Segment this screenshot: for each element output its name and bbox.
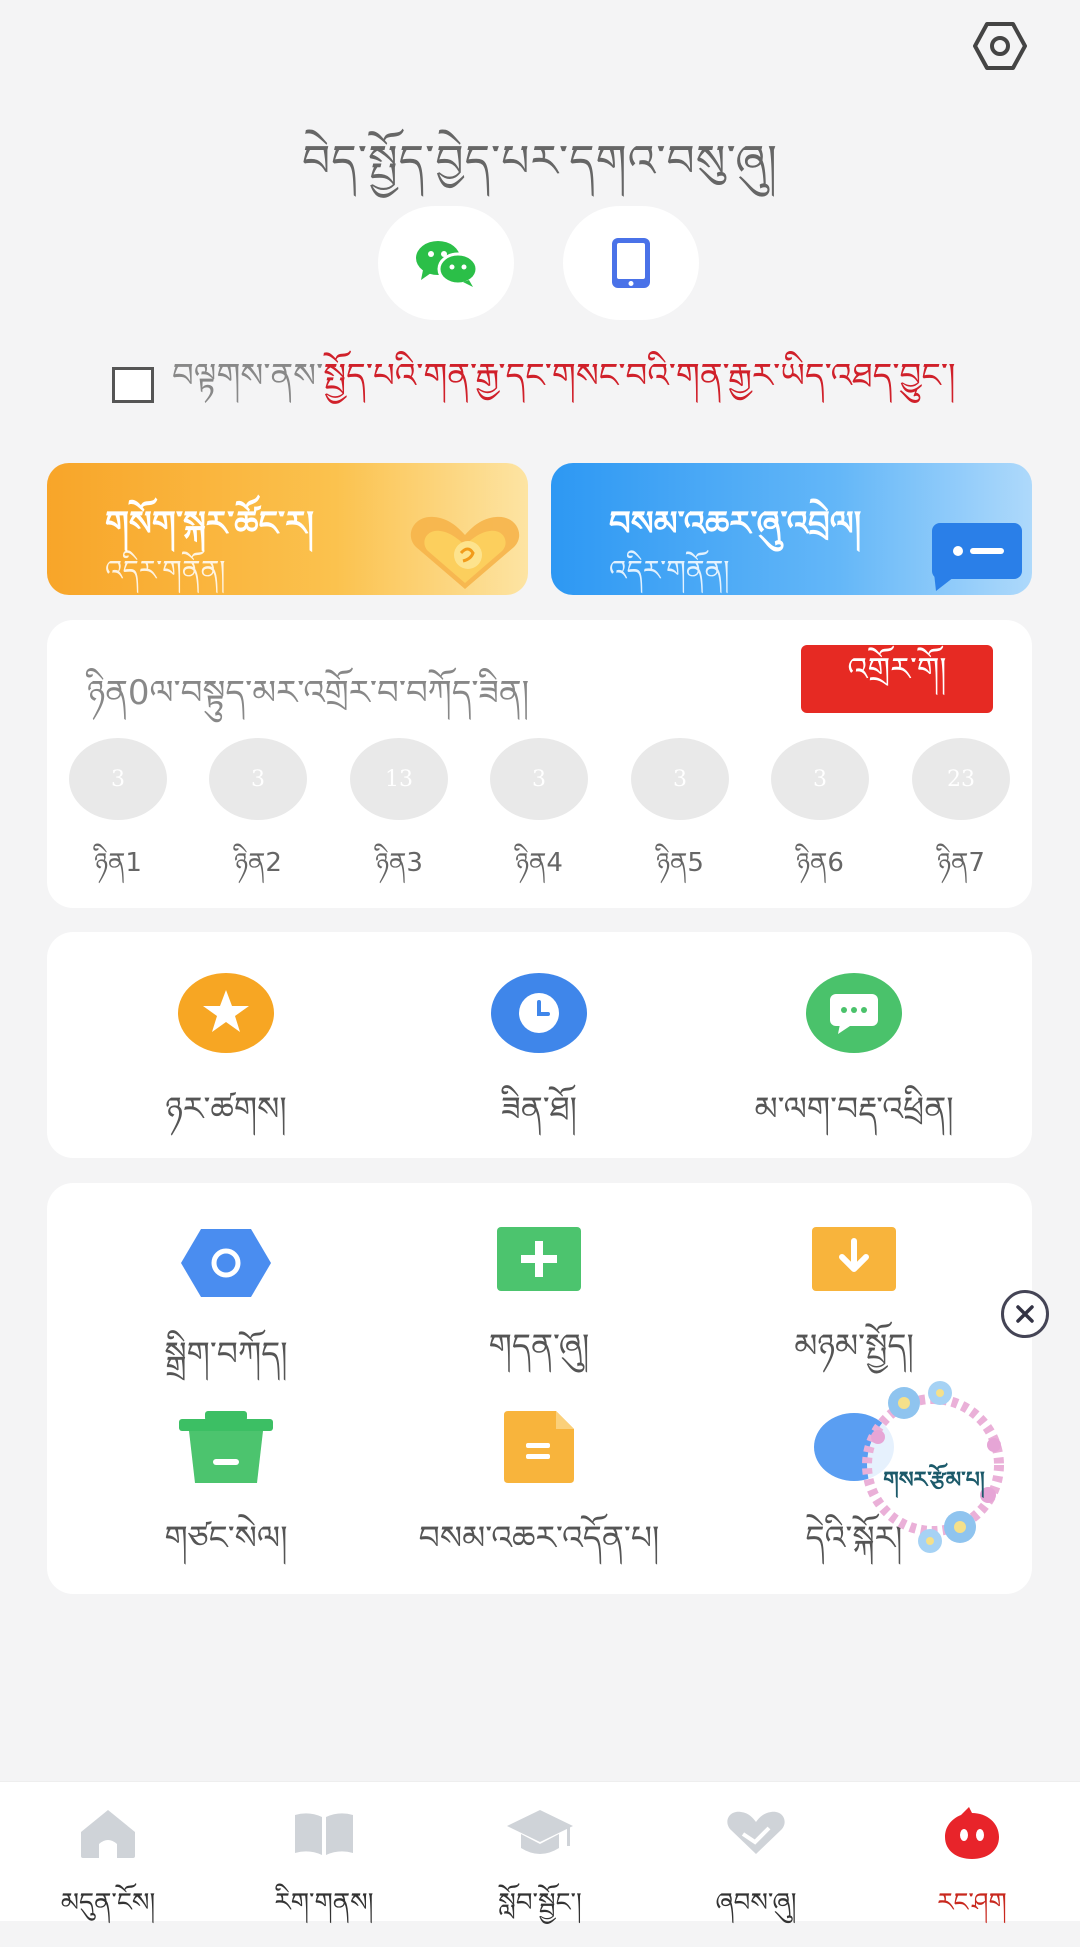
floating-close-button[interactable] — [1001, 1290, 1049, 1338]
tab-label: སློབ་སྦྱོང་། — [498, 1888, 582, 1918]
close-icon — [1016, 1305, 1034, 1323]
wechat-icon — [416, 241, 479, 287]
feedback-tool-button[interactable]: བསམ་འཆར་འདོན་པ། — [379, 1411, 699, 1594]
tab-label: ཞབས་ཞུ། — [715, 1888, 797, 1918]
checkin-day: 3 ཉིན1 — [68, 738, 168, 907]
checkin-day: 3 ཉིན2 — [208, 738, 308, 907]
tab-learning[interactable]: སློབ་སྦྱོང་། — [432, 1782, 648, 1921]
graduation-cap-icon — [507, 1810, 573, 1854]
day-points: 3 — [771, 738, 869, 820]
clock-icon — [491, 973, 587, 1053]
tab-label: རིག་གནས། — [274, 1888, 374, 1918]
checkin-status: ཉིན0ལ་བསྟུད་མར་འགྲོར་བ་བཀོད་ཟིན། — [87, 673, 530, 713]
checkin-day: 13 ཉིན3 — [349, 738, 449, 907]
home-icon — [81, 1810, 135, 1858]
tab-service[interactable]: ཞབས་ཞུ། — [648, 1782, 864, 1921]
history-button[interactable]: ཟིན་ཐོ། — [379, 972, 699, 1165]
hexagon-settings-icon — [973, 22, 1027, 70]
checkin-button[interactable]: འགྲོར་གོ། — [801, 645, 993, 713]
favorites-button[interactable]: ཉར་ཚགས། — [66, 972, 386, 1165]
tab-label: མདུན་ངོས། — [60, 1888, 156, 1918]
trash-icon — [179, 1411, 273, 1483]
settings-tool-label: སྒྲིག་བཀོད། — [164, 1334, 288, 1373]
day-label: ཉིན5 — [656, 848, 704, 878]
floating-wreath-badge[interactable]: གསར་རྩོམ་པ། — [848, 1365, 1018, 1565]
agreement-checkbox[interactable] — [112, 367, 154, 403]
feedback-banner[interactable]: བསམ་འཆར་ཞུ་འབྲེལ། འདིར་གནོན། — [551, 463, 1032, 595]
checkin-day: 3 ཉིན4 — [489, 738, 589, 907]
day-points: 3 — [490, 738, 588, 820]
agreement-link[interactable]: སྤྱོད་པའི་གན་རྒྱ་དང་གསང་བའི་གན་རྒྱར་ཡིད་… — [323, 337, 955, 433]
clear-cache-button[interactable]: གཙང་སེལ། — [66, 1411, 386, 1594]
history-label: ཟིན་ཐོ། — [501, 1089, 577, 1128]
agreement-prefix: བལྟགས་ནས་ — [172, 356, 324, 396]
chat-bubble-icon — [932, 523, 1022, 591]
tab-profile[interactable]: རང་ཤག — [864, 1782, 1080, 1921]
day-label: ཉིན7 — [937, 848, 985, 878]
bottom-tab-bar: མདུན་ངོས། རིག་གནས། སློབ་སྦྱོང་། ཞབས་ཞུ། … — [0, 1781, 1080, 1921]
settings-icon — [181, 1229, 271, 1297]
wechat-login-button[interactable] — [378, 206, 514, 320]
tab-home[interactable]: མདུན་ངོས། — [0, 1782, 216, 1921]
day-label: ཉིན1 — [94, 848, 142, 878]
heart-coin-icon — [410, 516, 520, 589]
login-title: བེད་སྤྱོད་བྱེད་པར་དགའ་བསུ་ཞུ། — [302, 136, 778, 187]
checkin-day: 3 ཉིན5 — [630, 738, 730, 907]
agreement-row: བལྟགས་ནས་ སྤྱོད་པའི་གན་རྒྱ་དང་གསང་བའི་གན… — [112, 356, 992, 410]
checkin-day: 23 ཉིན7 — [911, 738, 1011, 907]
points-mall-banner[interactable]: གསོག་སྐར་ཚོང་ར། འདིར་གནོན། — [47, 463, 528, 595]
system-messages-label: མ་ལག་བརྡ་འཕྲིན། — [754, 1089, 954, 1128]
plus-icon — [497, 1227, 581, 1291]
day-label: ཉིན6 — [796, 848, 844, 878]
subscribe-button[interactable]: གདན་ཞུ། — [379, 1227, 699, 1402]
checkin-card: ཉིན0ལ་བསྟུད་མར་འགྲོར་བ་བཀོད་ཟིན། འགྲོར་ག… — [47, 620, 1032, 908]
banner-subtitle: འདིར་གནོན། — [105, 554, 226, 587]
download-icon — [812, 1227, 896, 1291]
checkin-days: 3 ཉིན1 3 ཉིན2 13 ཉིན3 3 ཉིན4 3 ཉིན5 3 ཉི… — [68, 738, 1018, 878]
day-label: ཉིན2 — [234, 848, 282, 878]
quick-actions-card: ཉར་ཚགས། ཟིན་ཐོ། མ་ལག་བརྡ་འཕྲིན། — [47, 932, 1032, 1158]
book-icon — [295, 1813, 353, 1855]
star-icon — [178, 973, 274, 1053]
phone-icon — [612, 238, 650, 288]
tab-label: རང་ཤག — [937, 1888, 1007, 1918]
heart-hands-icon — [727, 1811, 785, 1854]
feedback-tool-label: བསམ་འཆར་འདོན་པ། — [418, 1518, 660, 1557]
favorites-label: ཉར་ཚགས། — [165, 1089, 287, 1128]
day-label: ཉིན4 — [515, 848, 563, 878]
day-points: 3 — [69, 738, 167, 820]
day-points: 3 — [631, 738, 729, 820]
document-icon — [504, 1411, 574, 1483]
settings-tool-button[interactable]: སྒྲིག་བཀོད། — [66, 1227, 386, 1410]
banner-subtitle: འདིར་གནོན། — [609, 554, 730, 587]
day-points: 23 — [912, 738, 1010, 820]
floating-badge-text: གསར་རྩོམ་པ། — [883, 1468, 985, 1493]
settings-button[interactable] — [968, 14, 1032, 78]
phone-login-button[interactable] — [563, 206, 699, 320]
message-icon — [806, 973, 902, 1053]
day-label: ཉིན3 — [375, 848, 423, 878]
system-messages-button[interactable]: མ་ལག་བརྡ་འཕྲིན། — [694, 972, 1014, 1165]
day-points: 3 — [209, 738, 307, 820]
subscribe-label: གདན་ཞུ། — [488, 1326, 590, 1365]
checkin-day: 3 ཉིན6 — [770, 738, 870, 907]
day-points: 13 — [350, 738, 448, 820]
clear-cache-label: གཙང་སེལ། — [164, 1518, 288, 1557]
profile-face-icon — [945, 1807, 999, 1859]
tab-culture[interactable]: རིག་གནས། — [216, 1782, 432, 1921]
